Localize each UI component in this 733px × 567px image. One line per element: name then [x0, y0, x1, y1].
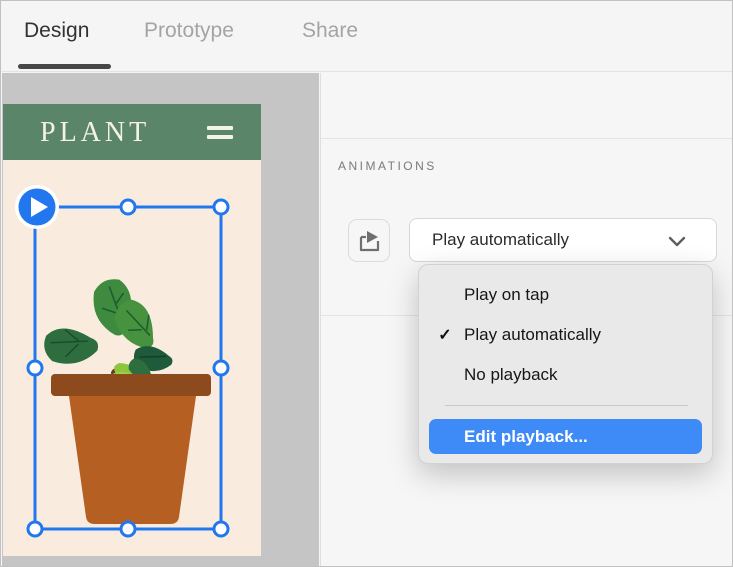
artboard[interactable]: PLANT [3, 104, 261, 556]
plant-pot [51, 374, 211, 524]
tab-share[interactable]: Share [302, 19, 358, 43]
play-preview-button[interactable] [348, 219, 390, 262]
artboard-title: PLANT [40, 117, 150, 149]
play-preview-icon [356, 228, 382, 254]
artboard-header-bar: PLANT [3, 104, 261, 160]
menu-item-edit-playback[interactable]: Edit playback... [429, 419, 702, 454]
active-tab-underline [18, 64, 111, 69]
design-canvas[interactable]: PLANT [2, 73, 319, 567]
artboard-body [3, 160, 261, 556]
panel-divider-top [321, 138, 733, 139]
app-window: Design Prototype Share PLANT [0, 0, 733, 567]
tab-prototype[interactable]: Prototype [144, 19, 234, 43]
plant-illustration[interactable] [3, 160, 261, 556]
tab-design[interactable]: Design [24, 19, 89, 43]
animations-section-title: ANIMATIONS [338, 159, 437, 173]
menu-divider [445, 405, 688, 406]
hamburger-menu-icon [207, 124, 233, 140]
playback-select[interactable]: Play automatically [409, 218, 717, 262]
top-tab-bar: Design Prototype Share [1, 1, 732, 72]
checkmark-icon: ✓ [434, 325, 456, 345]
chevron-down-icon [668, 236, 686, 247]
menu-item-no-playback[interactable]: No playback [419, 355, 712, 395]
menu-item-play-on-tap[interactable]: Play on tap [419, 275, 712, 315]
menu-item-play-automatically[interactable]: ✓ Play automatically [419, 315, 712, 355]
playback-select-value: Play automatically [432, 230, 569, 250]
playback-dropdown-menu: Play on tap ✓ Play automatically No play… [418, 264, 713, 464]
